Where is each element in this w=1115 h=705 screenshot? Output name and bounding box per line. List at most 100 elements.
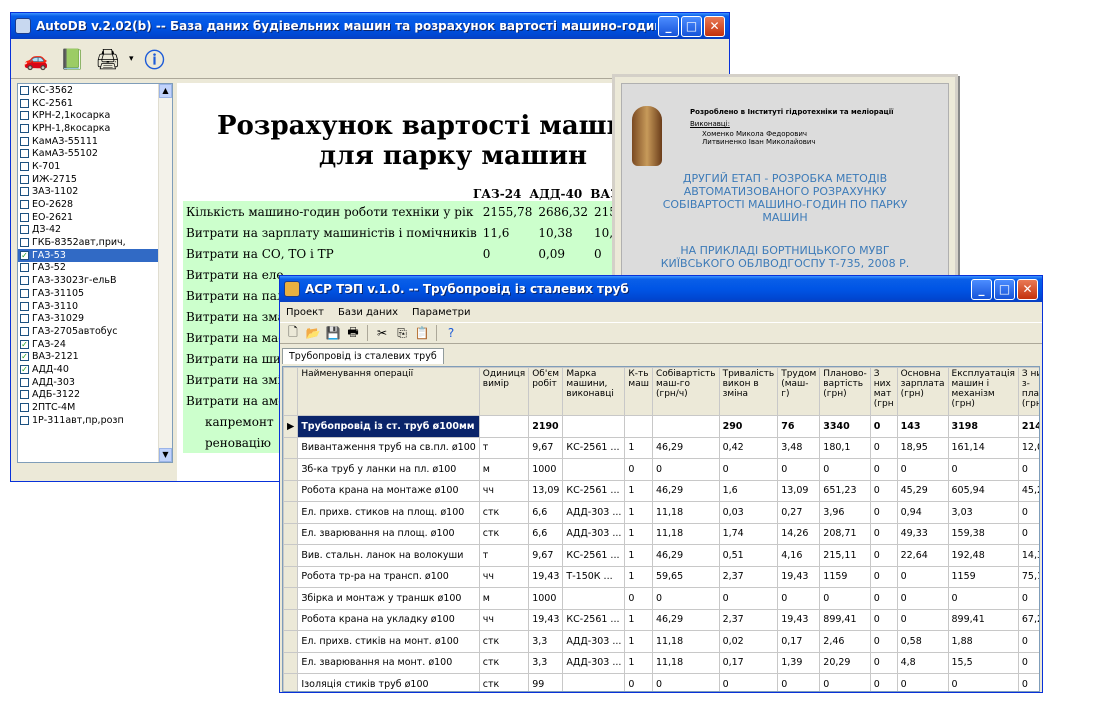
operation-name-cell[interactable]: Трубопровід із ст. труб ø100мм: [297, 415, 480, 438]
checkbox[interactable]: [20, 276, 29, 286]
list-item[interactable]: КамАЗ-55111: [18, 135, 172, 148]
table-cell[interactable]: т: [478, 436, 530, 459]
table-cell[interactable]: 0: [777, 673, 821, 691]
table-cell[interactable]: 3,96: [819, 501, 871, 524]
table-cell[interactable]: 20,29: [819, 651, 871, 674]
list-item[interactable]: ГАЗ-33023г-ельВ: [18, 274, 172, 287]
table-cell[interactable]: 9,67: [528, 436, 564, 459]
table-cell[interactable]: 0: [869, 544, 898, 567]
row-indicator[interactable]: [283, 544, 299, 567]
column-header[interactable]: Об'єм робіт: [528, 367, 564, 416]
list-item[interactable]: ГАЗ-3110: [18, 300, 172, 313]
table-cell[interactable]: 0: [1017, 673, 1039, 691]
list-item[interactable]: ГАЗ-2705автобус: [18, 325, 172, 338]
open-icon[interactable]: 📂: [304, 324, 322, 342]
table-cell[interactable]: [478, 415, 530, 438]
table-cell[interactable]: 1: [624, 501, 653, 524]
table-cell[interactable]: 0,17: [777, 630, 821, 653]
checkbox[interactable]: [20, 314, 29, 324]
maximize-button[interactable]: □: [994, 278, 1015, 300]
row-indicator[interactable]: [283, 673, 299, 691]
operation-name-cell[interactable]: Вив. стальн. ланок на волокуши: [297, 544, 480, 567]
table-cell[interactable]: 0: [718, 587, 779, 610]
table-cell[interactable]: 1: [624, 651, 653, 674]
column-header[interactable]: Тривалість викон в зміна: [718, 367, 779, 416]
table-cell[interactable]: 3,3: [528, 630, 564, 653]
table-cell[interactable]: 18,95: [896, 436, 949, 459]
column-header[interactable]: Експлуатація машин і механізм (грн): [947, 367, 1019, 416]
table-cell[interactable]: 1: [624, 522, 653, 545]
checkbox[interactable]: [20, 187, 29, 197]
table-cell[interactable]: 0: [651, 458, 720, 481]
checkbox[interactable]: ✓: [20, 250, 29, 260]
close-button[interactable]: ✕: [1017, 278, 1038, 300]
operation-name-cell[interactable]: Ел. зварювання на площ. ø100: [297, 522, 480, 545]
table-cell[interactable]: чч: [478, 608, 530, 631]
table-cell[interactable]: 11,18: [651, 630, 720, 653]
table-cell[interactable]: 45,29: [1017, 479, 1039, 502]
table-cell[interactable]: 76: [777, 415, 821, 438]
table-cell[interactable]: 180,1: [819, 436, 871, 459]
column-header[interactable]: К-ть маш: [624, 367, 653, 416]
checkbox[interactable]: [20, 377, 29, 387]
table-cell[interactable]: 12,04: [1017, 436, 1039, 459]
table-cell[interactable]: [562, 458, 626, 481]
menu-project[interactable]: Проект: [286, 307, 324, 318]
close-button[interactable]: ✕: [704, 15, 725, 37]
table-row[interactable]: Робота крана на укладку ø100 чч 19,43 КС-25…: [283, 608, 1039, 631]
operation-name-cell[interactable]: Ізоляція стиків труб ø100: [297, 673, 480, 691]
cut-icon[interactable]: ✂: [373, 324, 391, 342]
info-icon[interactable]: ⓘ: [140, 44, 170, 74]
table-cell[interactable]: 208,71: [819, 522, 871, 545]
list-item[interactable]: АДБ-3122: [18, 389, 172, 402]
table-cell[interactable]: 67,23: [1017, 608, 1039, 631]
car-toolbar-icon[interactable]: 🚗: [21, 44, 51, 74]
table-cell[interactable]: 899,41: [819, 608, 871, 631]
table-cell[interactable]: 59,65: [651, 565, 720, 588]
table-cell[interactable]: 1159: [947, 565, 1019, 588]
table-cell[interactable]: 0: [896, 587, 949, 610]
row-indicator[interactable]: [283, 608, 299, 631]
chevron-down-icon[interactable]: ▾: [129, 54, 134, 64]
table-cell[interactable]: АДД-303 ...: [562, 630, 626, 653]
checkbox[interactable]: [20, 212, 29, 222]
checkbox[interactable]: [20, 200, 29, 210]
table-cell[interactable]: 0,03: [718, 501, 779, 524]
table-cell[interactable]: 1: [624, 608, 653, 631]
list-scrollbar[interactable]: ▲ ▼: [158, 84, 172, 462]
checkbox[interactable]: ✓: [20, 364, 29, 374]
column-header[interactable]: Марка машини, виконавці: [562, 367, 626, 416]
table-cell[interactable]: 2,37: [718, 565, 779, 588]
table-cell[interactable]: 46,29: [651, 608, 720, 631]
printer-toolbar-icon[interactable]: 🖨: [93, 44, 123, 74]
table-cell[interactable]: 0: [869, 436, 898, 459]
table-cell[interactable]: 214: [1017, 415, 1039, 438]
table-cell[interactable]: 143: [896, 415, 949, 438]
table-cell[interactable]: 99: [528, 673, 564, 691]
table-cell[interactable]: 0: [869, 673, 898, 691]
table-cell[interactable]: 0: [1017, 587, 1039, 610]
table-cell[interactable]: 11,18: [651, 522, 720, 545]
table-cell[interactable]: 0: [869, 522, 898, 545]
list-item[interactable]: КС-3562: [18, 84, 172, 97]
table-cell[interactable]: стк: [478, 651, 530, 674]
table-cell[interactable]: 6,6: [528, 522, 564, 545]
table-cell[interactable]: 3340: [819, 415, 871, 438]
table-row[interactable]: Збірка и монтаж у траншк ø100 м 1000 0 0 0 0 0 0…: [283, 587, 1039, 610]
table-cell[interactable]: 19,43: [777, 608, 821, 631]
table-cell[interactable]: 159,38: [947, 522, 1019, 545]
table-cell[interactable]: 2190: [528, 415, 564, 438]
table-cell[interactable]: м: [478, 587, 530, 610]
table-cell[interactable]: 0: [869, 565, 898, 588]
checkbox[interactable]: [20, 403, 29, 413]
checkbox[interactable]: [20, 85, 29, 95]
checkbox[interactable]: [20, 111, 29, 121]
table-cell[interactable]: КС-2561 ...: [562, 479, 626, 502]
table-cell[interactable]: 1: [624, 544, 653, 567]
operation-name-cell[interactable]: Робота тр-ра на трансп. ø100: [297, 565, 480, 588]
row-indicator[interactable]: [283, 479, 299, 502]
list-item[interactable]: К-701: [18, 160, 172, 173]
help-icon[interactable]: ?: [442, 324, 460, 342]
column-header[interactable]: Одиниця вимір: [478, 367, 530, 416]
list-item[interactable]: ИЖ-2715: [18, 173, 172, 186]
